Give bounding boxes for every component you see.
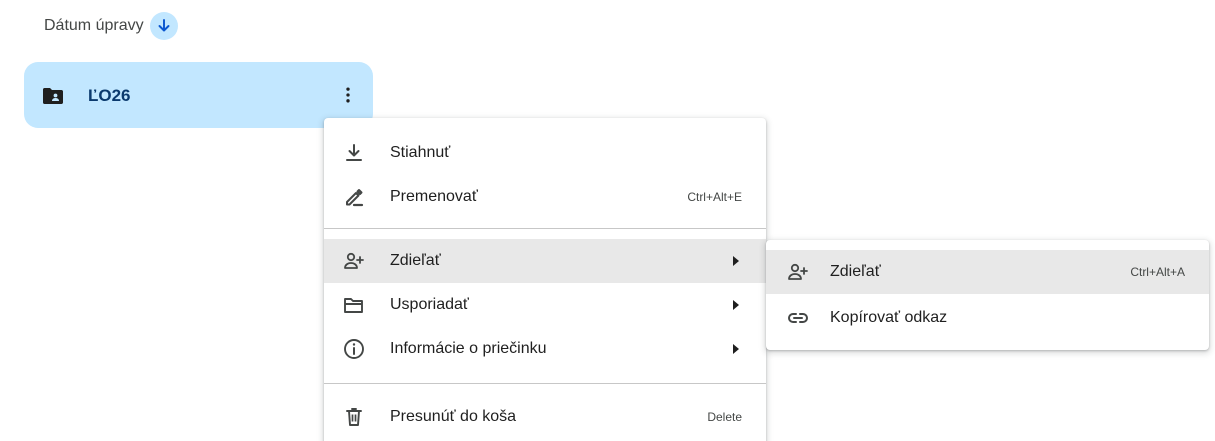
sort-label[interactable]: Dátum úpravy <box>44 17 144 35</box>
shared-folder-icon <box>43 88 63 104</box>
trash-icon <box>346 408 362 426</box>
submenu-item-share[interactable]: Zdieľať Ctrl+Alt+A <box>766 250 1209 294</box>
menu-item-rename[interactable]: Premenovať Ctrl+Alt+E <box>324 175 766 219</box>
share-submenu: Zdieľať Ctrl+Alt+A Kopírovať odkaz <box>766 240 1209 350</box>
folder-open-icon <box>344 298 363 313</box>
menu-item-label: Kopírovať odkaz <box>830 309 948 326</box>
sort-direction-button[interactable] <box>149 12 178 40</box>
info-icon <box>344 339 364 359</box>
menu-item-shortcut: Ctrl+Alt+E <box>687 190 742 204</box>
menu-item-label: Presunúť do koša <box>390 408 517 425</box>
context-menu: Stiahnuť Premenovať Ctrl+Alt+E Zdieľať U… <box>324 118 766 441</box>
more-actions-button[interactable] <box>334 81 362 109</box>
menu-item-label: Premenovať <box>390 188 478 205</box>
menu-item-download[interactable]: Stiahnuť <box>324 131 766 175</box>
menu-item-organize[interactable]: Usporiadať <box>324 283 766 327</box>
drive-page: Dátum úpravy ĽO26 Stiahnuť Premenovať Ct… <box>0 0 1215 441</box>
menu-item-move-to-trash[interactable]: Presunúť do koša Delete <box>324 395 766 439</box>
sort-header: Dátum úpravy <box>44 12 178 40</box>
download-icon <box>346 144 362 161</box>
menu-item-label: Zdieľať <box>830 263 881 280</box>
menu-item-folder-info[interactable]: Informácie o priečinku <box>324 327 766 371</box>
menu-item-label: Zdieľať <box>390 252 441 269</box>
person-add-icon <box>788 263 808 280</box>
menu-item-label: Informácie o priečinku <box>390 340 547 357</box>
submenu-item-copy-link[interactable]: Kopírovať odkaz <box>766 296 1209 340</box>
menu-item-shortcut: Ctrl+Alt+A <box>1130 265 1185 279</box>
menu-item-label: Usporiadať <box>390 296 469 313</box>
menu-item-shortcut: Delete <box>707 410 742 424</box>
menu-item-share[interactable]: Zdieľať <box>324 239 766 283</box>
menu-divider <box>324 383 766 384</box>
submenu-arrow-icon <box>733 344 739 354</box>
folder-item[interactable]: ĽO26 <box>24 62 373 128</box>
person-add-icon <box>344 252 364 269</box>
menu-item-label: Stiahnuť <box>390 144 451 161</box>
submenu-arrow-icon <box>733 300 739 310</box>
menu-divider <box>324 228 766 229</box>
folder-name: ĽO26 <box>88 86 131 105</box>
submenu-arrow-icon <box>733 256 739 266</box>
rename-icon <box>346 189 364 207</box>
arrow-down-icon <box>158 19 170 32</box>
more-vert-icon <box>346 87 350 103</box>
link-icon <box>788 313 808 323</box>
